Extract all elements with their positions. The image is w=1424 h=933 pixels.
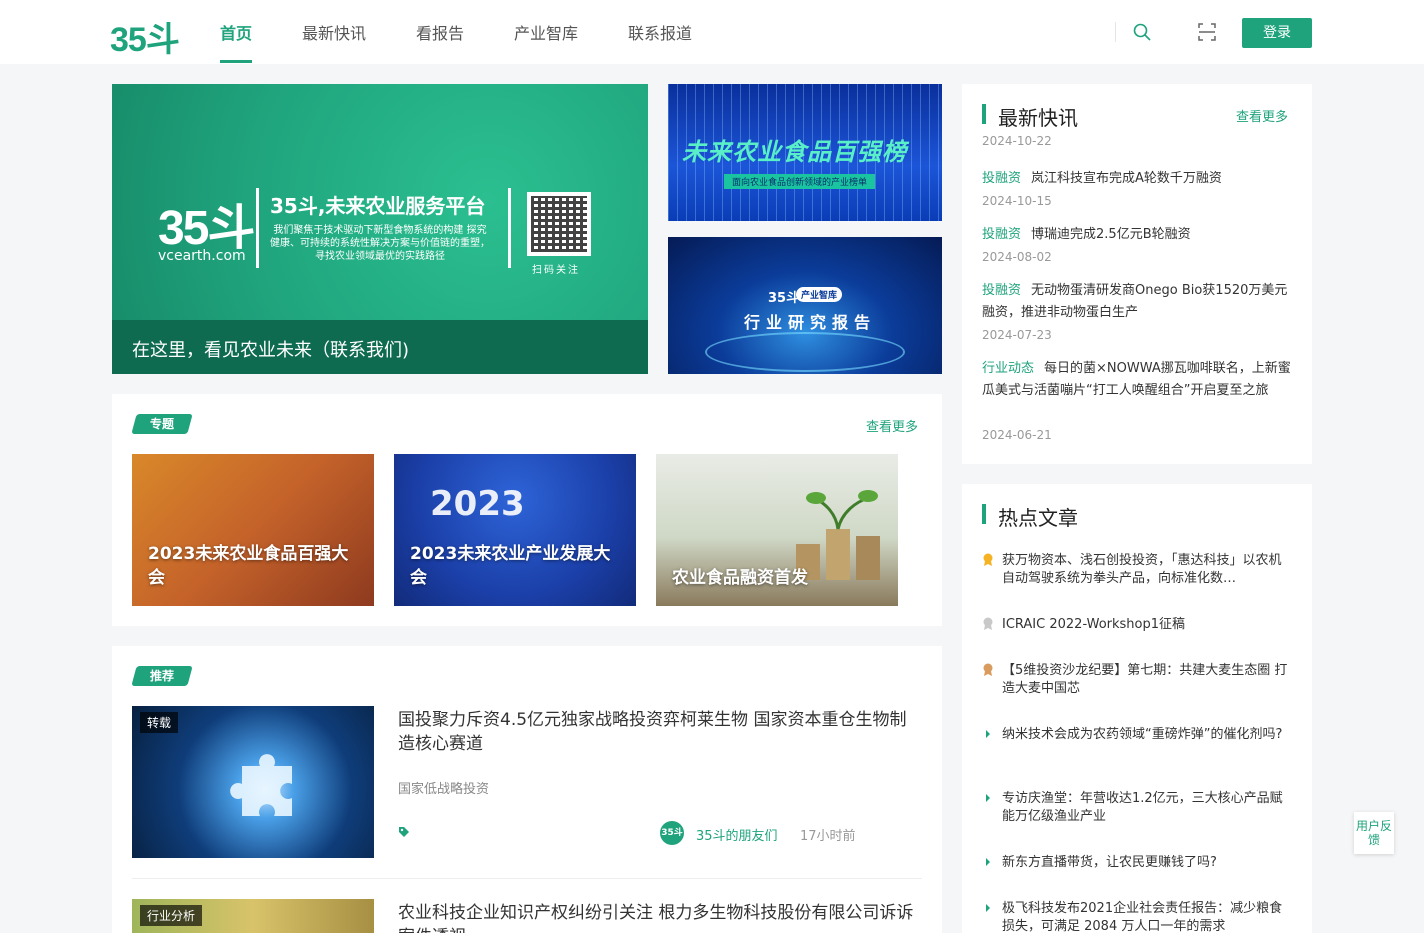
article-source: 国家低战略投资 xyxy=(398,782,490,797)
flash-date: 2024-10-22 xyxy=(982,136,1052,148)
author-avatar[interactable]: 35斗 xyxy=(660,821,684,845)
bronze-medal-icon xyxy=(983,663,993,676)
login-button[interactable]: 登录 xyxy=(1242,18,1312,48)
hero-description: 我们聚焦于技术驱动下新型食物系统的构建 探究健康、可持续的系统性解决方案与价值链… xyxy=(270,225,490,262)
topic-year-decor: 2023 xyxy=(430,484,525,524)
tech-ring xyxy=(705,332,905,372)
flash-title: 最新快讯 xyxy=(998,106,1078,130)
flash-item[interactable]: 投融资 博瑞迪完成2.5亿元B轮融资 xyxy=(982,224,1292,246)
topic-title: 2023未来农业食品百强大会 xyxy=(148,544,349,588)
banner-report-title: 行业研究报告 xyxy=(744,313,877,332)
banner-top100-subtitle: 面向农业食品创新领域的产业榜单 xyxy=(724,174,876,189)
search-icon[interactable] xyxy=(1132,22,1152,42)
flash-scroll-clip: 2024-10-22 xyxy=(962,136,1312,152)
hero-caption[interactable]: 在这里，看见农业未来（联系我们) xyxy=(132,336,409,362)
flash-item[interactable]: 行业动态 每日的菌×NOWWA挪瓦咖啡联名，上新蜜瓜美式与活菌嘣片“打工人唤醒组合… xyxy=(982,358,1292,402)
hot-title: 热点文章 xyxy=(998,506,1078,530)
flash-date: 2024-08-02 xyxy=(982,250,1052,264)
triangle-bullet-icon xyxy=(986,858,990,866)
nav-home[interactable]: 首页 xyxy=(220,20,252,44)
nav-reports[interactable]: 看报告 xyxy=(416,20,464,44)
topics-badge: 专题 xyxy=(131,414,193,434)
flash-date: 2024-06-21 xyxy=(982,428,1052,442)
article-title[interactable]: 农业科技企业知识产权纠纷引关注 根力多生物科技股份有限公司诉诉案件透视 xyxy=(398,901,922,933)
silver-medal-icon xyxy=(983,617,993,630)
gold-medal-icon xyxy=(983,553,993,566)
header-divider xyxy=(1115,22,1116,42)
hot-article-item[interactable]: 极飞科技发布2021企业社会责任报告：减少粮食损失，可满足 2084 万人口一年… xyxy=(982,900,1292,933)
topic-title: 2023未来农业产业发展大会 xyxy=(410,544,611,588)
tag-icon xyxy=(399,827,409,837)
nav-active-indicator xyxy=(220,60,252,63)
article-time: 17小时前 xyxy=(800,829,856,844)
qr-label: 扫码关注 xyxy=(532,265,580,276)
article-thumbnail[interactable]: 行业分析 xyxy=(132,899,374,933)
puzzle-piece-illustration xyxy=(230,754,292,816)
site-logo[interactable]: 35斗 xyxy=(110,12,180,61)
topic-title: 农业食品融资首发 xyxy=(672,568,808,588)
triangle-bullet-icon xyxy=(986,904,990,912)
triangle-bullet-icon xyxy=(986,730,990,738)
hero-banner[interactable]: 35斗 vcearth.com 35斗,未来农业服务平台 我们聚焦于技术驱动下新… xyxy=(112,84,648,374)
banner-top100[interactable]: 未来农业食品百强榜 面向农业食品创新领域的产业榜单 xyxy=(668,84,942,221)
topics-section: 专题 查看更多 2023未来农业食品百强大会 2023 2023未来农业产业发展… xyxy=(112,394,942,626)
article-label: 行业分析 xyxy=(140,905,203,926)
scan-icon[interactable] xyxy=(1197,22,1217,42)
hot-articles-panel: 热点文章 获万物资本、浅石创投投资，「惠达科技」以农机自动驾驶系统为拳头产品，向… xyxy=(962,484,1312,933)
flash-item[interactable]: 投融资 无动物蛋清研发商Onego Bio获1520万美元融资，推进非动物蛋白生产 xyxy=(982,280,1292,324)
article-title[interactable]: 国投聚力斥资4.5亿元独家战略投资弈柯莱生物 国家资本重仓生物制造核心赛道 xyxy=(398,708,922,756)
banner-top100-title: 未来农业食品百强榜 xyxy=(682,138,907,166)
hero-divider xyxy=(256,188,259,268)
hero-site-url: vcearth.com xyxy=(158,248,246,264)
banner-report-brand: 35斗 xyxy=(768,291,800,306)
flash-item[interactable]: 投融资 岚江科技宣布完成A轮数千万融资 xyxy=(982,168,1292,190)
nav-latest-news[interactable]: 最新快讯 xyxy=(302,20,366,44)
banner-report-tag: 产业智库 xyxy=(796,287,843,302)
section-accent xyxy=(982,104,986,124)
flash-date: 2024-10-15 xyxy=(982,194,1052,208)
user-feedback-button[interactable]: 用户反馈 xyxy=(1354,812,1394,854)
article-thumbnail[interactable]: 转载 xyxy=(132,706,374,858)
recommend-badge: 推荐 xyxy=(131,666,193,686)
article-author[interactable]: 35斗的朋友们 xyxy=(696,825,778,844)
nav-think-tank[interactable]: 产业智库 xyxy=(514,20,578,44)
top-header: 35斗 首页 最新快讯 看报告 产业智库 联系报道 登录 xyxy=(0,0,1424,64)
hero-title: 35斗,未来农业服务平台 xyxy=(270,194,486,218)
topics-more-link[interactable]: 查看更多 xyxy=(866,416,918,435)
topic-card[interactable]: 2023未来农业食品百强大会 xyxy=(132,454,374,606)
triangle-bullet-icon xyxy=(986,794,990,802)
hero-divider-right xyxy=(508,188,511,268)
article-label: 转载 xyxy=(140,712,179,733)
nav-contact-report[interactable]: 联系报道 xyxy=(628,20,692,44)
topic-card[interactable]: 2023 2023未来农业产业发展大会 xyxy=(394,454,636,606)
article-divider xyxy=(132,878,922,879)
flash-more-link[interactable]: 查看更多 xyxy=(1236,106,1288,125)
section-accent xyxy=(982,504,986,524)
latest-flash-panel: 最新快讯 查看更多 2024-10-22 投融资 岚江科技宣布完成A轮数千万融资 … xyxy=(962,84,1312,464)
banner-research-report[interactable]: 35斗 产业智库 行业研究报告 xyxy=(668,237,942,374)
flash-date: 2024-07-23 xyxy=(982,328,1052,342)
topic-card[interactable]: 农业食品融资首发 xyxy=(656,454,898,606)
qr-code xyxy=(527,192,591,256)
